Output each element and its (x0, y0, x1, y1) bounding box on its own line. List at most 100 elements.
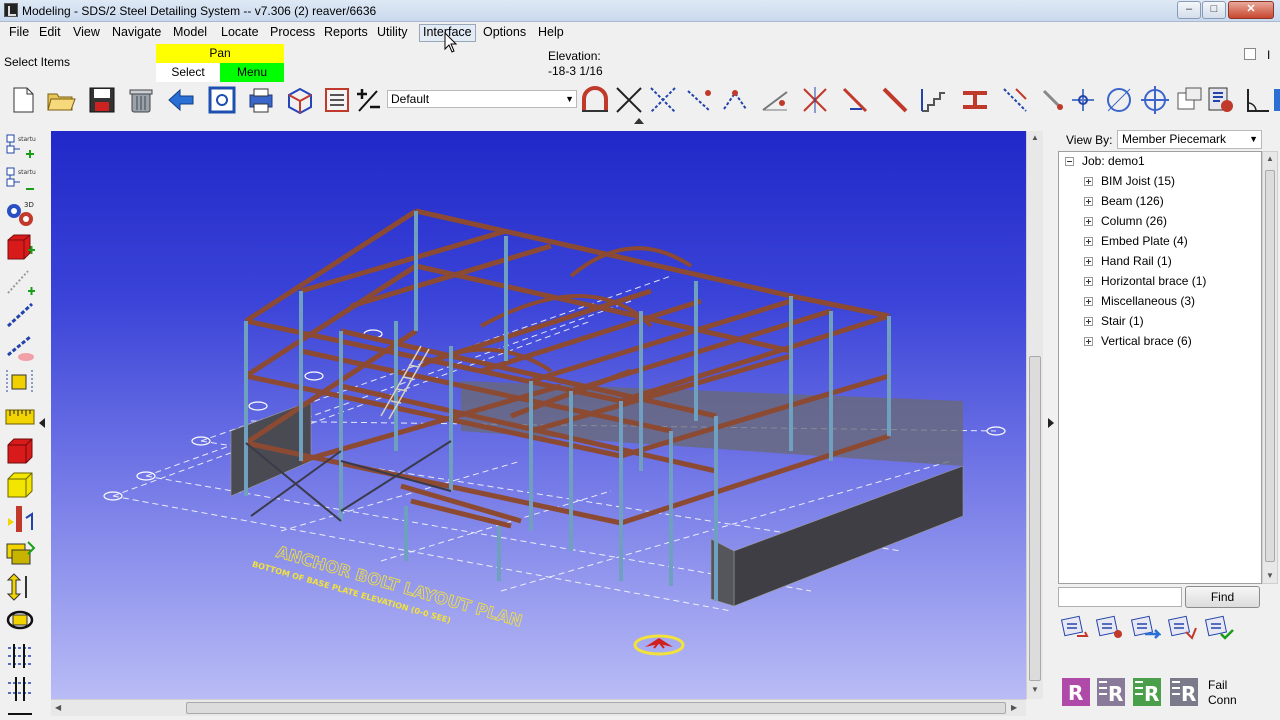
expand-icon[interactable] (1084, 277, 1093, 286)
menu-process[interactable]: Process (267, 24, 318, 42)
find-button[interactable]: Find (1185, 586, 1260, 608)
measure-tape-icon[interactable] (4, 402, 36, 432)
construction-line-icon[interactable] (4, 300, 36, 330)
vertical-move-icon[interactable] (4, 572, 36, 602)
more-left-tools-icon[interactable] (4, 706, 36, 720)
yellow-cube-icon[interactable] (4, 470, 36, 500)
girder-icon[interactable] (960, 85, 990, 115)
report-view-icon[interactable] (1094, 612, 1126, 642)
plate-stack-icon[interactable] (4, 538, 36, 568)
screen-copy-icon[interactable] (1174, 85, 1204, 115)
collapse-right-panel-icon[interactable] (1048, 418, 1054, 428)
stair-icon[interactable] (918, 85, 948, 115)
expand-icon[interactable] (1084, 317, 1093, 326)
menu-navigate[interactable]: Navigate (109, 24, 164, 42)
menu-help[interactable]: Help (535, 24, 567, 42)
angle-icon[interactable] (1242, 85, 1272, 115)
tree-item[interactable]: Beam (126) (1084, 192, 1164, 210)
back-arrow-icon[interactable] (166, 85, 196, 115)
report-export-icon[interactable] (1059, 612, 1091, 642)
scroll-down-icon[interactable]: ▼ (1031, 685, 1039, 694)
menu-view[interactable]: View (70, 24, 103, 42)
cross-member-icon[interactable] (614, 85, 644, 115)
maximize-button[interactable]: □ (1202, 1, 1226, 19)
tree-root[interactable]: Job: demo1 (1065, 152, 1145, 170)
pan-mode-button[interactable]: Pan (156, 44, 284, 63)
tree-item[interactable]: Vertical brace (6) (1084, 332, 1192, 350)
tree-item[interactable]: Embed Plate (4) (1084, 232, 1188, 250)
bolt-icon[interactable] (1038, 85, 1068, 115)
expand-icon[interactable] (1084, 257, 1093, 266)
grid-lines-icon[interactable] (4, 640, 36, 670)
dashed-cross-icon[interactable] (648, 85, 678, 115)
grid-add-icon[interactable] (4, 673, 36, 703)
find-input[interactable] (1058, 587, 1182, 607)
tree-scroll-thumb[interactable] (1265, 170, 1275, 562)
toolbar-expand-icon[interactable] (634, 118, 644, 124)
settings-gears-icon[interactable]: 3D (4, 199, 36, 229)
red-cube-icon[interactable] (4, 436, 36, 466)
process-member-icon[interactable]: R (1095, 676, 1127, 708)
model-viewport[interactable]: ANCHOR BOLT LAYOUT PLAN BOTTOM OF BASE P… (51, 131, 1026, 699)
view-by-dropdown[interactable]: Member Piecemark ▼ (1117, 130, 1262, 149)
select-mode-button[interactable]: Select (156, 63, 220, 82)
expand-icon[interactable] (1084, 337, 1093, 346)
erase-line-icon[interactable] (4, 333, 36, 363)
menu-edit[interactable]: Edit (36, 24, 64, 42)
add-solid-icon[interactable] (4, 232, 36, 262)
slope-icon[interactable] (760, 85, 790, 115)
dashed-diagonal-icon[interactable] (1000, 85, 1030, 115)
expand-icon[interactable] (1084, 197, 1093, 206)
scroll-up-icon[interactable]: ▲ (1266, 154, 1274, 163)
target-icon[interactable] (1140, 85, 1170, 115)
3d-box-icon[interactable] (285, 85, 315, 115)
close-button[interactable]: ✕ (1228, 1, 1274, 19)
report-send-icon[interactable] (1129, 612, 1163, 642)
minimize-button[interactable]: – (1177, 1, 1201, 19)
menu-mode-button[interactable]: Menu (220, 63, 284, 82)
process-icon[interactable]: R (1060, 676, 1092, 708)
cross-brace-icon[interactable] (800, 85, 830, 115)
dashed-brace-icon[interactable] (684, 85, 714, 115)
expand-icon[interactable] (1084, 237, 1093, 246)
arch-icon[interactable] (580, 85, 610, 115)
add-startup-icon[interactable]: startu (4, 132, 36, 162)
tree-item[interactable]: Miscellaneous (3) (1084, 292, 1195, 310)
scroll-left-icon[interactable]: ◀ (55, 703, 61, 712)
scroll-right-icon[interactable]: ▶ (1011, 703, 1017, 712)
member-list-icon[interactable] (322, 85, 352, 115)
scroll-up-icon[interactable]: ▲ (1031, 133, 1039, 142)
tree-item[interactable]: Hand Rail (1) (1084, 252, 1172, 270)
trash-icon[interactable] (126, 85, 156, 115)
tree-item[interactable]: BIM Joist (15) (1084, 172, 1175, 190)
menu-reports[interactable]: Reports (321, 24, 371, 42)
expand-icon[interactable] (1084, 177, 1093, 186)
scroll-down-icon[interactable]: ▼ (1266, 571, 1274, 580)
tree-scrollbar[interactable]: ▲ ▼ (1262, 151, 1278, 584)
print-icon[interactable] (246, 85, 276, 115)
open-folder-icon[interactable] (46, 85, 76, 115)
viewport-horizontal-scrollbar[interactable]: ◀ ▶ (51, 699, 1026, 716)
menu-model[interactable]: Model (170, 24, 210, 42)
lock-checkbox[interactable] (1244, 48, 1256, 60)
dashed-bent-icon[interactable] (720, 85, 750, 115)
circle-tool-icon[interactable] (1104, 85, 1134, 115)
column-icon[interactable] (4, 504, 36, 534)
remove-startup-icon[interactable]: startu (4, 165, 36, 195)
expand-icon[interactable] (1084, 217, 1093, 226)
collapse-left-icon[interactable] (39, 418, 45, 428)
vertical-scroll-thumb[interactable] (1029, 356, 1041, 681)
horizontal-scroll-thumb[interactable] (186, 702, 1006, 714)
menu-options[interactable]: Options (480, 24, 529, 42)
report-icon[interactable] (1206, 85, 1236, 115)
tree-item[interactable]: Horizontal brace (1) (1084, 272, 1206, 290)
tree-item[interactable]: Column (26) (1084, 212, 1167, 230)
report-check-icon[interactable] (1203, 612, 1235, 642)
plus-minus-icon[interactable] (353, 85, 383, 115)
process-conn-icon[interactable]: R (1131, 676, 1163, 708)
report-mark-icon[interactable] (1166, 612, 1198, 642)
new-model-icon[interactable] (8, 85, 38, 115)
more-tools-icon[interactable] (1272, 85, 1280, 115)
menu-file[interactable]: File (6, 24, 32, 42)
snap-point-icon[interactable] (1068, 85, 1098, 115)
